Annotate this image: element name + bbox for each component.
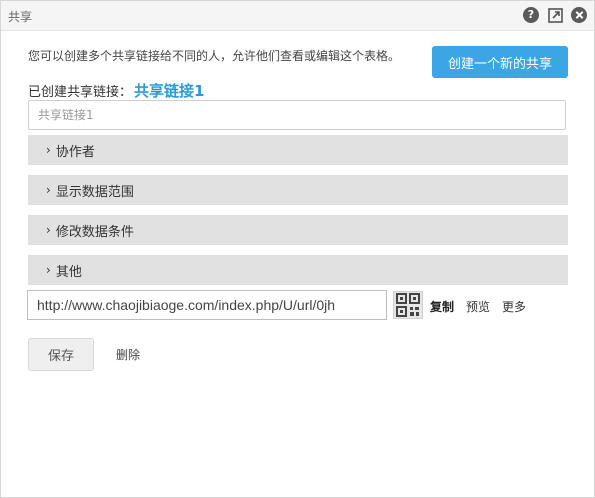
section-label: 修改数据条件 bbox=[55, 224, 134, 240]
more-link[interactable]: 更多 bbox=[502, 298, 526, 315]
chevron-right-icon: › bbox=[46, 263, 51, 277]
created-share-label: 已创建共享链接： bbox=[28, 85, 133, 100]
preview-link[interactable]: 预览 bbox=[466, 298, 490, 315]
current-share-name[interactable]: 共享链接1 bbox=[134, 80, 204, 101]
copy-link[interactable]: 复制 bbox=[430, 298, 454, 315]
share-url-field[interactable] bbox=[27, 290, 387, 320]
popout-icon[interactable] bbox=[547, 7, 563, 23]
dialog-titlebar: 共享 ? bbox=[1, 1, 594, 31]
qr-code-icon[interactable] bbox=[393, 291, 423, 319]
help-icon[interactable]: ? bbox=[523, 7, 539, 23]
section-edit-conditions[interactable]: › 修改数据条件 bbox=[28, 215, 568, 245]
chevron-right-icon: › bbox=[46, 183, 51, 197]
section-label: 显示数据范围 bbox=[55, 184, 134, 200]
chevron-right-icon: › bbox=[46, 223, 51, 237]
create-share-button[interactable]: 创建一个新的共享 bbox=[432, 46, 568, 78]
chevron-right-icon: › bbox=[46, 143, 51, 157]
save-button[interactable]: 保存 bbox=[28, 338, 94, 371]
section-collaborators[interactable]: › 协作者 bbox=[28, 135, 568, 165]
section-other[interactable]: › 其他 bbox=[28, 255, 568, 285]
delete-link[interactable]: 删除 bbox=[116, 346, 140, 363]
section-label: 协作者 bbox=[55, 144, 95, 160]
close-icon[interactable] bbox=[571, 7, 587, 23]
share-name-input[interactable] bbox=[28, 100, 566, 130]
section-display-range[interactable]: › 显示数据范围 bbox=[28, 175, 568, 205]
share-description: 您可以创建多个共享链接给不同的人，允许他们查看或编辑这个表格。 bbox=[28, 49, 401, 63]
created-share-row: 已创建共享链接： 共享链接1 bbox=[28, 80, 204, 101]
section-label: 其他 bbox=[55, 264, 82, 280]
dialog-title: 共享 bbox=[8, 10, 33, 24]
share-dialog: 共享 ? 您可以创建多个共享链接给不同的人，允许他们查看或编辑这个表格。 创建一… bbox=[0, 0, 595, 498]
